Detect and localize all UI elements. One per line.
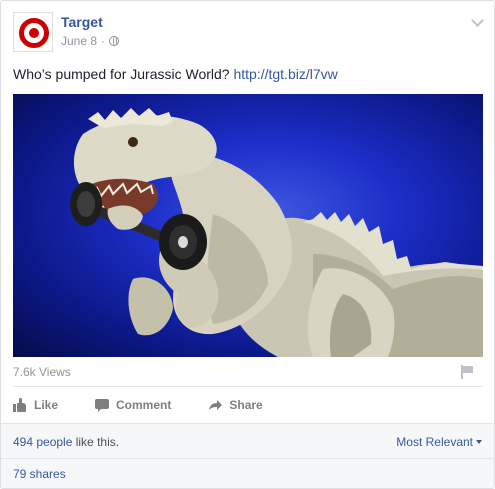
share-button[interactable]: Share	[208, 398, 263, 412]
footer-divider	[1, 458, 494, 459]
post-meta: June 8 ·	[61, 34, 120, 48]
like-label: Like	[34, 398, 59, 412]
post-message: Who’s pumped for Jurassic World?	[13, 66, 234, 82]
like-button[interactable]: Like	[13, 398, 58, 412]
comment-label: Comment	[116, 398, 172, 412]
post-text: Who’s pumped for Jurassic World? http://…	[13, 66, 338, 82]
post-date[interactable]: June 8	[61, 34, 97, 48]
target-logo-icon	[19, 18, 49, 48]
comment-sort-dropdown[interactable]: Most Relevant	[396, 435, 482, 449]
page-name-link[interactable]: Target	[61, 14, 103, 30]
likes-suffix: like this.	[72, 435, 120, 449]
likes-summary: 494 people like this.	[13, 435, 119, 449]
likes-count-link[interactable]: 494 people	[13, 435, 72, 449]
caret-down-icon	[476, 440, 482, 444]
shares-link[interactable]: 79 shares	[13, 467, 66, 481]
video-views: 7.6k Views	[13, 365, 71, 379]
post-card: Target June 8 · Who’s pumped for Jurassi…	[0, 0, 495, 489]
thumbs-up-icon	[13, 398, 27, 412]
page-avatar[interactable]	[13, 12, 53, 52]
post-actions: Like Comment Share	[13, 391, 483, 419]
globe-icon[interactable]	[109, 36, 120, 46]
video-player[interactable]	[13, 94, 483, 357]
post-link[interactable]: http://tgt.biz/l7vw	[233, 66, 337, 82]
actions-top-divider	[13, 386, 483, 387]
dinosaur-toy-image	[70, 108, 483, 357]
flag-cloth	[463, 366, 473, 373]
meta-separator: ·	[101, 34, 106, 48]
comment-button[interactable]: Comment	[95, 398, 171, 412]
flag-icon[interactable]	[460, 365, 474, 379]
share-label: Share	[229, 398, 263, 412]
chevron-down-icon[interactable]	[471, 14, 484, 27]
share-arrow-icon	[208, 398, 223, 412]
post-footer: 494 people like this. Most Relevant 79 s…	[1, 423, 494, 488]
post-header: Target June 8 ·	[1, 1, 494, 61]
sort-label: Most Relevant	[396, 435, 473, 449]
comment-icon	[95, 398, 110, 412]
